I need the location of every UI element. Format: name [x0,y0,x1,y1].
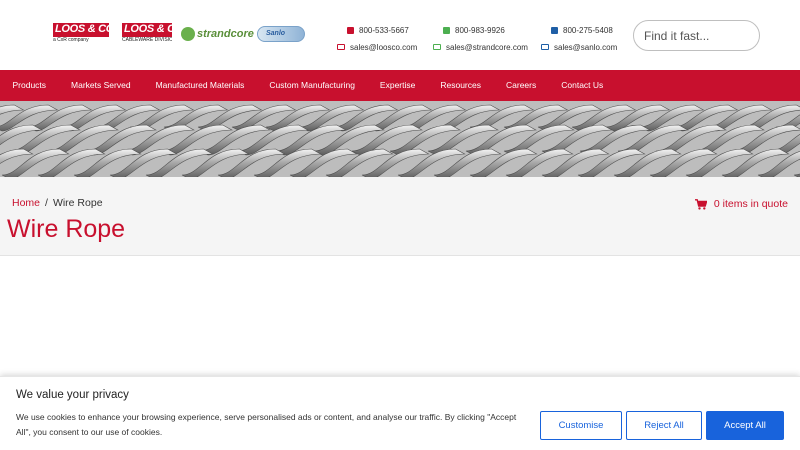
phone-icon [347,26,354,34]
contact-strandcore-phone[interactable]: 800-983-9926 [433,24,528,36]
strandcore-logo-wrap: strandcore [181,23,254,45]
contact-loos: 800-533-5667 sales@loosco.com [337,24,417,58]
nav-item-markets-served[interactable]: Markets Served [59,70,144,101]
contact-sanlo-phone-text: 800-275-5408 [563,25,613,35]
cableware-logo-mark: LOOS & CO. [122,23,172,37]
nav-item-resources[interactable]: Resources [428,70,494,101]
nav-item-contact-us[interactable]: Contact Us [549,70,616,101]
hero-banner [0,101,800,177]
cart-icon [694,198,707,210]
mail-icon [541,44,549,50]
loos-logo-mark: LOOS & CO. [53,23,109,37]
page: LOOS & CO. a CxR company LOOS & CO. CABL… [0,0,800,450]
loos-logo-tagline: a CxR company [53,37,89,43]
contact-loos-phone[interactable]: 800-533-5667 [337,24,417,36]
breadcrumb: Home / Wire Rope [12,197,103,209]
main-nav: Products Markets Served Manufactured Mat… [0,70,800,101]
contact-strandcore-email-text: sales@strandcore.com [446,42,528,52]
accept-all-button[interactable]: Accept All [706,411,784,440]
cookie-text: We use cookies to enhance your browsing … [16,412,517,437]
breadcrumb-separator: / [45,197,48,209]
phone-icon [443,26,450,34]
contact-sanlo-phone[interactable]: 800-275-5408 [541,24,617,36]
reject-all-button[interactable]: Reject All [626,411,702,440]
sanlo-logo-text: Sanlo [257,26,305,42]
customise-button[interactable]: Customise [540,411,622,440]
contact-loos-email-text: sales@loosco.com [350,42,418,52]
breadcrumb-current: Wire Rope [52,197,103,209]
loos-cableware-logo[interactable]: LOOS & CO. CABLEWARE DIVISION [122,23,172,45]
contact-loos-phone-text: 800-533-5667 [359,25,409,35]
contact-sanlo: 800-275-5408 sales@sanlo.com [541,24,617,58]
contact-loos-email[interactable]: sales@loosco.com [337,41,417,53]
contact-strandcore-phone-text: 800-983-9926 [455,25,505,35]
search-input[interactable] [633,20,760,51]
cableware-logo-tagline: CABLEWARE DIVISION [122,37,172,43]
mail-icon [433,44,441,50]
wire-rope-image [0,101,800,177]
page-header-bar: Home / Wire Rope Wire Rope 0 items in qu… [0,177,800,256]
page-title: Wire Rope [7,215,126,243]
contact-sanlo-email-text: sales@sanlo.com [554,42,618,52]
contact-sanlo-email[interactable]: sales@sanlo.com [541,41,617,53]
breadcrumb-home-link[interactable]: Home [12,197,40,209]
strandcore-logo-text: strandcore [197,28,254,40]
mail-icon [337,44,345,50]
sanlo-logo[interactable]: Sanlo [257,23,307,45]
quote-cart-link[interactable]: 0 items in quote [694,198,788,210]
site-header: LOOS & CO. a CxR company LOOS & CO. CABL… [0,0,800,70]
nav-item-manufactured-materials[interactable]: Manufactured Materials [143,70,257,101]
strandcore-logo-icon [181,27,195,41]
contact-strandcore: 800-983-9926 sales@strandcore.com [433,24,528,58]
strandcore-logo[interactable]: strandcore [181,23,254,45]
nav-item-products[interactable]: Products [0,70,59,101]
nav-item-expertise[interactable]: Expertise [367,70,427,101]
nav-item-careers[interactable]: Careers [494,70,549,101]
contact-strandcore-email[interactable]: sales@strandcore.com [433,41,528,53]
loos-logo[interactable]: LOOS & CO. a CxR company [53,23,109,45]
phone-icon [551,26,558,34]
cookie-title: We value your privacy [16,389,129,401]
quote-count-label: 0 items in quote [713,198,788,210]
nav-item-custom-manufacturing[interactable]: Custom Manufacturing [257,70,368,101]
cookie-banner: We value your privacy We use cookies to … [0,376,800,450]
